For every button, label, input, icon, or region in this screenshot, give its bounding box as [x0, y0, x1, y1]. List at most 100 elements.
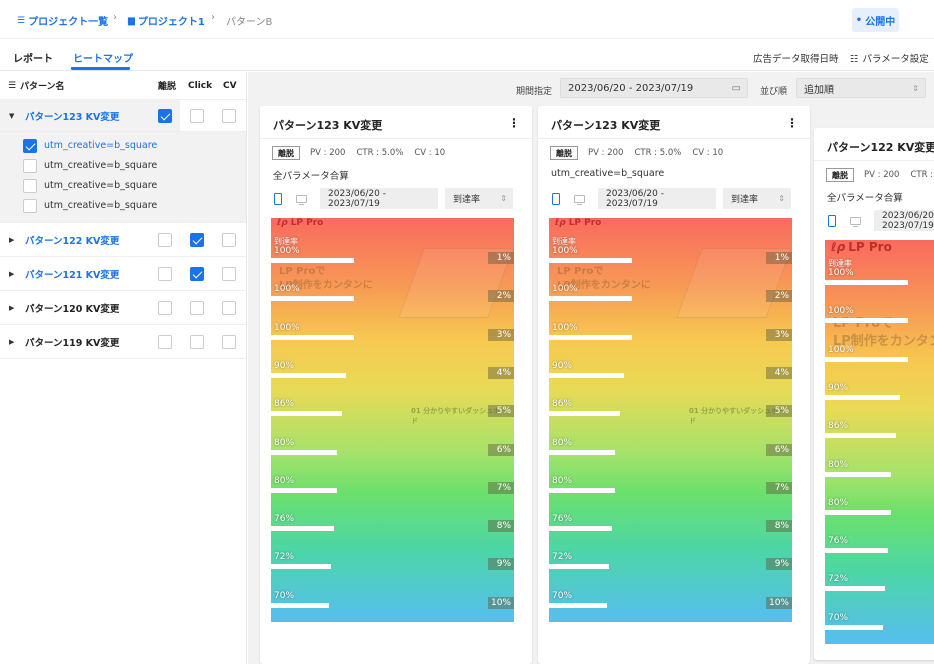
reach-bar	[549, 449, 616, 455]
tab-heatmap[interactable]: ヒートマップ	[73, 50, 133, 65]
exit-rate-label: 3%	[488, 328, 514, 341]
heatmap-overlay[interactable]: ℓρ LP Pro LP Proで LP制作をカンタンに 01 分かりやすいダッシュボー…	[271, 218, 514, 622]
cv-checkbox[interactable]	[222, 335, 236, 349]
sort-select[interactable]: 追加順 ⇕	[796, 78, 926, 98]
param-item[interactable]: utm_creative=b_square	[0, 136, 246, 156]
click-checkbox[interactable]	[190, 267, 204, 281]
reach-label: 70%	[274, 590, 295, 601]
reach-label: 80%	[552, 475, 573, 486]
card-stats: PV : 200 CTR : 5.0% CV : 10	[310, 148, 445, 158]
desktop-icon[interactable]	[574, 195, 585, 205]
click-checkbox[interactable]	[190, 109, 204, 123]
tab-report[interactable]: レポート	[13, 50, 53, 65]
mobile-icon[interactable]	[828, 215, 836, 227]
reach-label: 72%	[828, 574, 849, 585]
cv-checkbox[interactable]	[222, 267, 236, 281]
pattern-row[interactable]: ▶ パターン120 KV変更	[0, 291, 246, 325]
hero-text: LP Proで	[557, 266, 604, 277]
breadcrumb-separator: ›	[113, 12, 117, 23]
ad-data-fetch-button[interactable]: 広告データ取得日時	[753, 51, 839, 65]
param-checkbox[interactable]	[23, 139, 37, 153]
heatmap-main: 期間指定 2023/06/20 - 2023/07/19 ▭ 並び順 追加順 ⇕…	[248, 72, 934, 664]
exit-rate-label: 10%	[766, 596, 792, 609]
click-checkbox[interactable]	[190, 233, 204, 247]
param-settings-button[interactable]: ☷ パラメータ設定	[850, 51, 929, 65]
sort-label: 並び順	[760, 87, 788, 97]
desktop-icon[interactable]	[850, 217, 861, 227]
caret-right-icon[interactable]: ▶	[9, 236, 14, 244]
reach-bar	[271, 296, 354, 302]
pattern-row[interactable]: ▼ パターン123 KV変更	[0, 100, 246, 132]
param-list: utm_creative=b_square utm_creative=b_squ…	[0, 132, 246, 223]
pattern-name[interactable]: パターン121 KV変更	[25, 267, 119, 281]
reach-label: 100%	[274, 246, 300, 256]
hero-text: LP Proで	[279, 266, 326, 277]
exit-rate-label: 9%	[488, 558, 514, 571]
card-period-field[interactable]: 2023/06/20 - 2023/07/19	[598, 188, 716, 209]
reach-bar	[271, 602, 330, 608]
metric-value: 到達率	[453, 195, 481, 205]
card-stats: PV : 200 CTR : 5.0% CV : 10	[588, 148, 723, 158]
pattern-row[interactable]: ▶ パターン122 KV変更	[0, 223, 246, 257]
pattern-name[interactable]: パターン123 KV変更	[25, 109, 119, 123]
exit-checkbox[interactable]	[158, 109, 172, 123]
period-input[interactable]: 2023/06/20 - 2023/07/19 ▭	[560, 78, 748, 98]
breadcrumb-project-list[interactable]: ☰ プロジェクト一覧	[17, 13, 108, 29]
cv-checkbox[interactable]	[222, 301, 236, 315]
exit-checkbox[interactable]	[158, 233, 172, 247]
card-period-field[interactable]: 2023/06/20 - 2023/07/19	[874, 210, 934, 231]
exit-rate-label: 7%	[766, 481, 792, 494]
exit-rate-label: 2%	[766, 290, 792, 303]
reach-bar	[549, 487, 616, 493]
pv-stat: PV : 200	[588, 148, 624, 158]
mobile-icon[interactable]	[274, 193, 282, 205]
exit-rate-label: 3%	[766, 328, 792, 341]
exit-rate-label: 9%	[766, 558, 792, 571]
tab-bar: レポート ヒートマップ 広告データ取得日時 ☷ パラメータ設定	[0, 39, 934, 71]
param-checkbox[interactable]	[23, 199, 37, 213]
breadcrumb-project[interactable]: ▆ プロジェクト1	[128, 13, 205, 29]
exit-rate-label: 6%	[488, 443, 514, 456]
heatmap-overlay[interactable]: ℓρLP ProLP ProでLP制作をカンタンに到達率100%100%100%…	[825, 240, 934, 644]
param-checkbox[interactable]	[23, 179, 37, 193]
pattern-row[interactable]: ▶ パターン121 KV変更	[0, 257, 246, 291]
metric-select[interactable]: 到達率 ⇕	[445, 188, 513, 209]
click-checkbox[interactable]	[190, 301, 204, 315]
caret-right-icon[interactable]: ▶	[9, 338, 14, 346]
pattern-name[interactable]: パターン119 KV変更	[25, 335, 119, 349]
more-vert-icon[interactable]: ⋮	[508, 116, 520, 130]
more-vert-icon[interactable]: ⋮	[786, 116, 798, 130]
desktop-icon[interactable]	[296, 195, 307, 205]
exit-rate-label: 2%	[488, 290, 514, 303]
cv-checkbox[interactable]	[222, 233, 236, 247]
param-item[interactable]: utm_creative=b_square	[0, 176, 246, 196]
exit-checkbox[interactable]	[158, 335, 172, 349]
click-checkbox[interactable]	[190, 335, 204, 349]
card-title: パターン122 KV変更	[827, 141, 934, 154]
exit-checkbox[interactable]	[158, 301, 172, 315]
exit-rate-label: 10%	[488, 596, 514, 609]
param-item[interactable]: utm_creative=b_square	[0, 196, 246, 216]
caret-right-icon[interactable]: ▶	[9, 304, 14, 312]
mobile-icon[interactable]	[552, 193, 560, 205]
metric-select[interactable]: 到達率 ⇕	[723, 188, 791, 209]
pattern-name[interactable]: パターン120 KV変更	[25, 301, 119, 315]
reach-label: 86%	[274, 399, 295, 410]
heatmap-overlay[interactable]: ℓρ LP Pro LP Proで LP制作をカンタンに 01 分かりやすいダッシュボー…	[549, 218, 792, 622]
caret-right-icon[interactable]: ▶	[9, 270, 14, 278]
cv-checkbox[interactable]	[222, 109, 236, 123]
pattern-row[interactable]: ▶ パターン119 KV変更	[0, 325, 246, 359]
caret-down-icon[interactable]: ▼	[9, 112, 14, 120]
heatmap-card: パターン123 KV変更 ⋮ 離脱 PV : 200 CTR : 5.0% CV…	[260, 106, 532, 664]
reach-bar	[271, 564, 331, 570]
param-item[interactable]: utm_creative=b_square	[0, 156, 246, 176]
card-period-field[interactable]: 2023/06/20 - 2023/07/19	[320, 188, 438, 209]
pattern-name[interactable]: パターン122 KV変更	[25, 233, 119, 247]
reach-label: 90%	[828, 382, 849, 393]
divider	[814, 160, 934, 161]
exit-checkbox[interactable]	[158, 267, 172, 281]
reach-label: 80%	[274, 475, 295, 486]
param-checkbox[interactable]	[23, 159, 37, 173]
reach-label: 86%	[552, 399, 573, 410]
calendar-icon[interactable]: ▭	[732, 83, 741, 94]
